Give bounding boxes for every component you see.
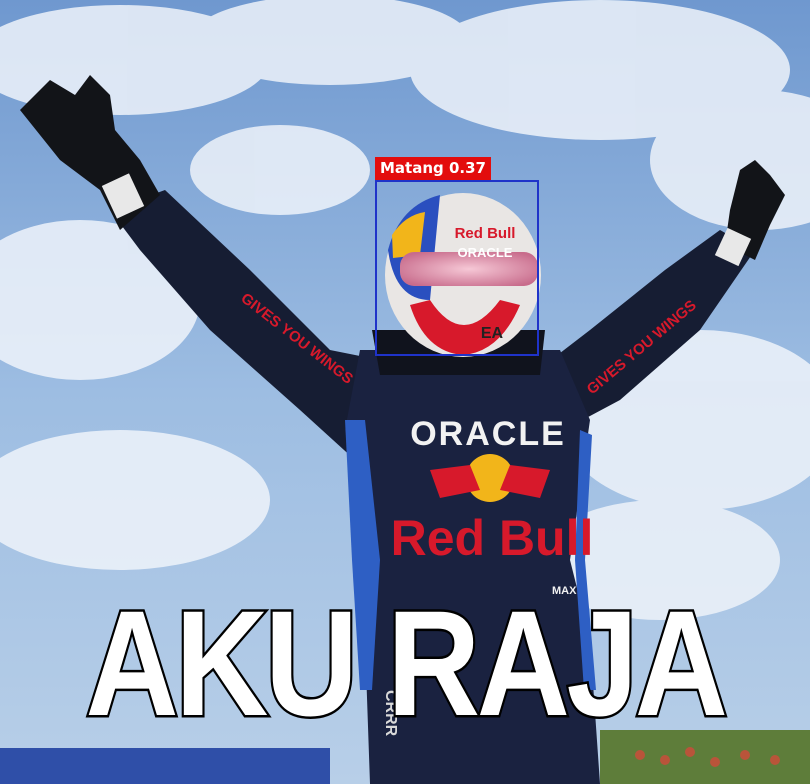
- detection-label: Matang 0.37: [375, 157, 491, 180]
- suit-redbull-logo: Red Bull: [391, 510, 594, 566]
- meme-image: GIVES YOU WINGS GIVES YOU WINGS ORACLE R…: [0, 0, 810, 784]
- detection-bounding-box: [375, 180, 539, 356]
- meme-caption: AKU RAJA: [83, 579, 730, 747]
- suit-oracle-logo: ORACLE: [410, 415, 566, 453]
